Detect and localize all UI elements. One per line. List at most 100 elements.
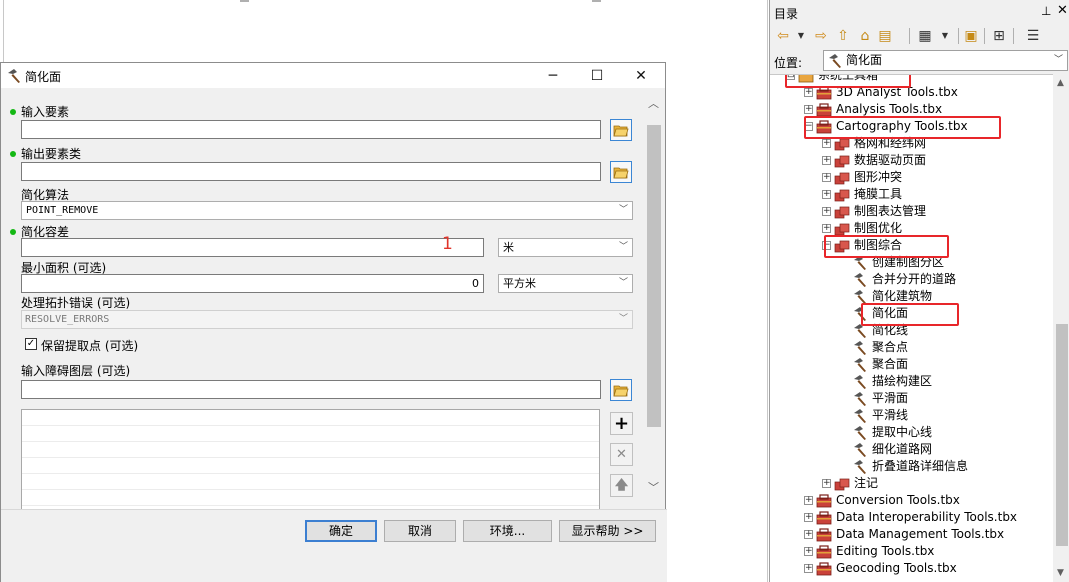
min-area-field[interactable]: 0 <box>21 274 484 293</box>
expand-icon[interactable]: + <box>804 564 813 573</box>
tree-node[interactable]: 折叠道路详细信息 <box>770 458 1053 475</box>
new-folder-icon[interactable]: ▣ <box>962 27 980 45</box>
tree-node[interactable]: 平滑面 <box>770 390 1053 407</box>
chevron-down-icon: ﹀ <box>1053 55 1063 65</box>
highlight-annotation <box>824 235 949 258</box>
chevron-down-icon: ﹀ <box>618 314 628 324</box>
tree-toggle-icon[interactable]: ⊞ <box>990 27 1008 45</box>
back-dropdown-icon[interactable]: ▼ <box>792 27 810 45</box>
expand-icon[interactable]: + <box>822 207 831 216</box>
tree-node[interactable]: + Conversion Tools.tbx <box>770 492 1053 509</box>
tree-node[interactable]: + 图形冲突 <box>770 169 1053 186</box>
catalog-tree[interactable]: ⊟ 系统工具箱 +3D Analyst Tools.tbx + Analysis Too… <box>770 74 1053 582</box>
toolbox-icon <box>816 544 832 560</box>
view-grid-icon[interactable]: ▦ <box>916 27 934 45</box>
maximize-button[interactable]: ☐ <box>575 65 619 87</box>
expand-icon[interactable]: + <box>804 513 813 522</box>
tree-node[interactable]: + 数据驱动页面 <box>770 152 1053 169</box>
expand-icon[interactable]: + <box>804 88 813 97</box>
tree-node[interactable]: + 制图表达管理 <box>770 203 1053 220</box>
toolset-icon <box>834 187 850 203</box>
scroll-thumb[interactable] <box>1056 324 1068 546</box>
parameter-form: 输入要素 输出要素类 简化算法 POINT_REMOVE ﹀ 简化容差 1 米 … <box>1 89 643 511</box>
input-features-field[interactable] <box>21 120 601 139</box>
toolset-icon <box>834 153 850 169</box>
dialog-scrollbar[interactable]: ︿ ﹀ <box>644 89 665 509</box>
expand-icon[interactable]: + <box>822 173 831 182</box>
algorithm-select[interactable]: POINT_REMOVE ﹀ <box>21 201 633 220</box>
browse-input-button[interactable] <box>610 119 632 141</box>
tree-node[interactable]: 聚合点 <box>770 339 1053 356</box>
dialog-title: 简化面 <box>25 70 62 84</box>
tree-node[interactable]: + Geocoding Tools.tbx <box>770 560 1053 577</box>
remove-row-button[interactable]: ✕ <box>610 443 633 466</box>
browse-output-button[interactable] <box>610 161 632 183</box>
options-icon[interactable]: ☰ <box>1024 27 1042 45</box>
back-icon[interactable]: ⇦ <box>774 27 792 45</box>
scroll-up-icon[interactable]: ︿ <box>648 95 659 111</box>
close-icon[interactable]: ✕ <box>1057 3 1068 18</box>
expand-icon[interactable]: + <box>804 496 813 505</box>
expand-icon[interactable]: + <box>804 105 813 114</box>
minimize-button[interactable]: ─ <box>531 65 575 87</box>
connect-folder-icon[interactable]: ▤ <box>876 27 894 45</box>
add-row-button[interactable]: + <box>610 412 633 435</box>
keep-points-checkbox[interactable]: ✓ <box>25 338 37 350</box>
tree-node[interactable]: + Data Management Tools.tbx <box>770 526 1053 543</box>
tree-node-label: Data Interoperability Tools.tbx <box>836 510 1018 524</box>
ok-button[interactable]: 确定 <box>305 520 377 542</box>
barrier-layers-field[interactable] <box>21 380 601 399</box>
canvas-tick <box>240 0 249 2</box>
expand-icon[interactable]: + <box>822 156 831 165</box>
tolerance-field[interactable] <box>21 238 484 257</box>
topology-errors-label: 处理拓扑错误 (可选) <box>21 296 131 310</box>
tree-node-label: 平滑面 <box>872 391 909 405</box>
tree-node-label: Geocoding Tools.tbx <box>836 561 957 575</box>
up-folder-icon[interactable]: ⇧ <box>834 27 852 45</box>
tree-node[interactable]: 细化道路网 <box>770 441 1053 458</box>
expand-icon[interactable]: + <box>804 547 813 556</box>
browse-barrier-button[interactable] <box>610 379 632 401</box>
keep-points-label: 保留提取点 (可选) <box>41 339 139 353</box>
open-folder-icon <box>613 167 629 179</box>
expand-icon[interactable]: + <box>822 224 831 233</box>
expand-icon[interactable]: + <box>822 139 831 148</box>
dialog-titlebar[interactable]: 简化面 ─ ☐ ✕ <box>1 63 665 88</box>
min-area-unit-select[interactable]: 平方米 ﹀ <box>498 274 633 293</box>
barrier-layers-list[interactable] <box>21 409 600 511</box>
move-up-button[interactable]: 🡅 <box>610 474 633 497</box>
scroll-down-icon[interactable]: ﹀ <box>648 479 659 495</box>
tree-node[interactable]: 合并分开的道路 <box>770 271 1053 288</box>
scroll-down-icon[interactable]: ▼ <box>1057 568 1064 578</box>
tree-node[interactable]: 聚合面 <box>770 356 1053 373</box>
view-dropdown-icon[interactable]: ▼ <box>936 27 954 45</box>
tree-node[interactable]: 提取中心线 <box>770 424 1053 441</box>
environments-button[interactable]: 环境... <box>463 520 552 542</box>
tree-node[interactable]: + 注记 <box>770 475 1053 492</box>
expand-icon[interactable]: + <box>822 190 831 199</box>
location-label: 位置: <box>774 56 803 70</box>
catalog-scrollbar[interactable]: ▲ ▼ <box>1053 74 1069 582</box>
tree-node-label: 聚合点 <box>872 340 909 354</box>
tree-node-label: 折叠道路详细信息 <box>872 459 969 473</box>
cancel-button[interactable]: 取消 <box>384 520 456 542</box>
expand-icon[interactable]: + <box>804 530 813 539</box>
tree-node[interactable]: + Data Interoperability Tools.tbx <box>770 509 1053 526</box>
scroll-thumb[interactable] <box>647 125 661 427</box>
location-select[interactable]: 简化面 ﹀ <box>823 50 1068 71</box>
home-icon[interactable]: ⌂ <box>856 27 874 45</box>
hammer-icon <box>852 442 868 458</box>
tree-node[interactable]: + Editing Tools.tbx <box>770 543 1053 560</box>
tree-node[interactable]: 平滑线 <box>770 407 1053 424</box>
tree-node-label: 描绘构建区 <box>872 374 933 388</box>
output-features-field[interactable] <box>21 162 601 181</box>
tree-node[interactable]: 描绘构建区 <box>770 373 1053 390</box>
close-button[interactable]: ✕ <box>619 65 663 87</box>
tolerance-unit-select[interactable]: 米 ﹀ <box>498 238 633 257</box>
scroll-up-icon[interactable]: ▲ <box>1057 78 1064 88</box>
expand-icon[interactable]: + <box>822 479 831 488</box>
pin-icon[interactable]: ⊥ <box>1041 4 1051 18</box>
forward-icon[interactable]: ⇨ <box>812 27 830 45</box>
tree-node[interactable]: + 掩膜工具 <box>770 186 1053 203</box>
show-help-button[interactable]: 显示帮助 >> <box>559 520 656 542</box>
